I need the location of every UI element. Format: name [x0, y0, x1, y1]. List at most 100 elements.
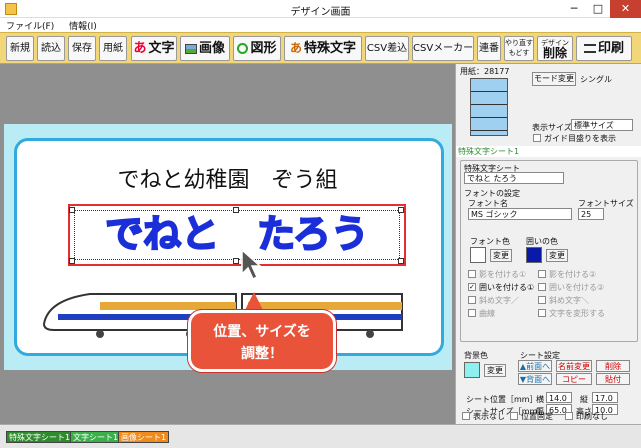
option-checkbox-4[interactable]: [468, 296, 476, 304]
option-checkbox-1[interactable]: [538, 270, 546, 278]
menu-bar: ファイル(F) 情報(I): [0, 18, 641, 32]
x-label: 横: [536, 395, 544, 404]
selection-dotted-frame: [74, 210, 400, 260]
delete-sheet-button[interactable]: 削除: [596, 360, 630, 372]
undo-label[interactable]: やり直す: [505, 38, 533, 48]
fix-position-checkbox[interactable]: [510, 412, 518, 420]
print-label: 印刷: [597, 41, 624, 56]
bg-color-label: 背景色: [464, 351, 488, 360]
option-label-5: 斜め文字＼: [549, 296, 589, 305]
rename-button[interactable]: 名前変更: [556, 360, 592, 372]
paper-id-label: 用紙：28177: [460, 67, 510, 76]
position-label: シート位置［mm］: [466, 395, 538, 404]
paste-button[interactable]: 貼付: [596, 373, 630, 385]
text-icon: あ: [133, 41, 147, 56]
menu-info[interactable]: 情報(I): [63, 18, 103, 33]
option-checkbox-3[interactable]: [538, 283, 546, 291]
resize-handle-br[interactable]: [398, 258, 404, 264]
undo-redo-button[interactable]: やり直す もどす: [504, 36, 534, 61]
print-button[interactable]: 印刷: [576, 36, 632, 61]
callout-bubble: 位置、サイズを 調整！: [188, 310, 336, 372]
send-back-button[interactable]: ▼背面へ: [518, 373, 552, 385]
close-button[interactable]: ✕: [610, 0, 641, 18]
option-checkbox-7[interactable]: [538, 309, 546, 317]
mode-change-button[interactable]: モード変更: [532, 72, 576, 86]
image-button[interactable]: 画像: [180, 36, 230, 61]
special-text-button[interactable]: あ特殊文字: [284, 36, 362, 61]
display-size-label: 表示サイズ: [532, 123, 572, 132]
resize-handle-bl[interactable]: [69, 258, 75, 264]
text-button-label: 文字: [148, 41, 175, 56]
paper-preview[interactable]: [470, 78, 508, 136]
properties-panel: 用紙：28177 モード変更 シングル 表示サイズ 標準サイズ ガイド目盛りを表…: [455, 64, 641, 424]
new-button[interactable]: 新規: [6, 36, 34, 61]
redo-label[interactable]: もどす: [505, 48, 533, 58]
csv-maker-button[interactable]: CSVメーカー: [412, 36, 474, 61]
callout-tail: [244, 292, 264, 312]
tab-image-sheet[interactable]: 画像シート1: [118, 431, 170, 443]
y-input[interactable]: 17.0: [592, 392, 618, 403]
tab-special-text-sheet[interactable]: 特殊文字シート1: [6, 431, 74, 443]
serial-button[interactable]: 連番: [477, 36, 501, 61]
shape-button[interactable]: 図形: [233, 36, 281, 61]
mouse-cursor-icon: [241, 248, 262, 281]
font-size-input[interactable]: 25: [578, 208, 604, 220]
bg-color-swatch[interactable]: [464, 362, 480, 378]
bring-front-button[interactable]: ▲前面へ: [518, 360, 552, 372]
option-checkbox-6[interactable]: [468, 309, 476, 317]
delete-label: 削除: [542, 46, 567, 60]
mode-value: シングル: [580, 75, 612, 84]
menu-file[interactable]: ファイル(F): [0, 18, 60, 33]
resize-handle-t[interactable]: [233, 207, 239, 213]
border-color-change-button[interactable]: 変更: [546, 249, 568, 262]
shape-button-label: 図形: [250, 41, 277, 56]
csv-merge-button[interactable]: CSV差込: [365, 36, 409, 61]
font-color-swatch[interactable]: [470, 247, 486, 263]
x-input[interactable]: 14.0: [546, 392, 572, 403]
border-color-swatch[interactable]: [526, 247, 542, 263]
callout-line1: 位置、サイズを: [213, 324, 311, 340]
font-name-select[interactable]: MS ゴシック: [468, 208, 572, 220]
callout-line2: 調整！: [241, 346, 283, 362]
option-label-4: 斜め文字／: [479, 296, 519, 305]
window-title: デザイン画面: [290, 7, 351, 18]
font-color-change-button[interactable]: 変更: [490, 249, 512, 262]
y-label: 縦: [580, 395, 588, 404]
class-title-text[interactable]: でねと幼稚園 ぞう組: [0, 162, 455, 194]
display-size-select[interactable]: 標準サイズ: [571, 119, 633, 131]
font-color-label: フォント色: [470, 237, 510, 246]
minimize-button[interactable]: ─: [562, 0, 586, 18]
panel-header: 特殊文字シート1: [456, 146, 641, 157]
guide-checkbox[interactable]: [533, 134, 541, 142]
border-color-label: 囲いの色: [526, 237, 558, 246]
option-label-2: 囲いを付ける①: [479, 283, 535, 292]
tab-text-sheet[interactable]: 文字シート1: [70, 431, 122, 443]
option-checkbox-0[interactable]: [468, 270, 476, 278]
resize-handle-tl[interactable]: [69, 207, 75, 213]
design-delete-button[interactable]: デザイン 削除: [537, 36, 573, 61]
image-icon: [184, 43, 197, 54]
option-label-0: 影を付ける①: [479, 270, 527, 279]
sheet-text-input[interactable]: でねと たろう: [464, 172, 564, 184]
resize-handle-b[interactable]: [233, 258, 239, 264]
text-button[interactable]: あ文字: [131, 36, 177, 61]
image-button-label: 画像: [198, 41, 225, 56]
option-checkbox-2[interactable]: ✓: [468, 283, 476, 291]
circle-icon: [237, 43, 249, 54]
option-checkbox-5[interactable]: [538, 296, 546, 304]
resize-handle-tr[interactable]: [398, 207, 404, 213]
toolbar: 新規 読込 保存 用紙 あ文字 画像 図形 あ特殊文字 CSV差込 CSVメーカ…: [0, 32, 641, 64]
load-button[interactable]: 読込: [37, 36, 65, 61]
paper-button[interactable]: 用紙: [99, 36, 127, 61]
printer-icon: [583, 44, 596, 53]
bg-color-change-button[interactable]: 変更: [484, 364, 506, 377]
hide-label: 表示なし: [473, 412, 505, 421]
save-button[interactable]: 保存: [68, 36, 96, 61]
maximize-button[interactable]: □: [586, 0, 610, 18]
no-print-checkbox[interactable]: [565, 412, 573, 420]
selection-box[interactable]: [68, 204, 406, 266]
hide-checkbox[interactable]: [462, 412, 470, 420]
title-bar: デザイン画面 ─ □ ✕: [0, 0, 641, 18]
copy-button[interactable]: コピー: [556, 373, 592, 385]
special-text-icon: あ: [289, 41, 302, 55]
